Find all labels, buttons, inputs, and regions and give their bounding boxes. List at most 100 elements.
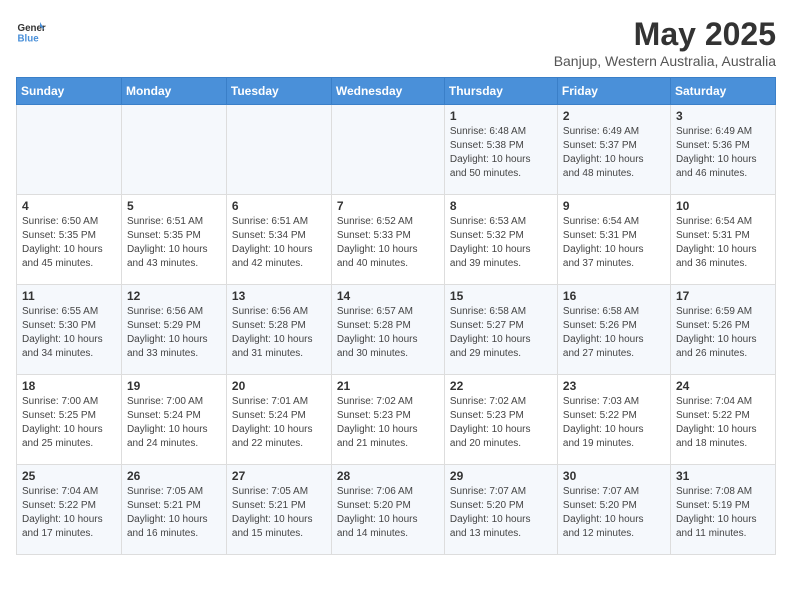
table-cell: 14 Sunrise: 6:57 AM Sunset: 5:28 PM Dayli… (331, 285, 444, 375)
day-number: 24 (676, 379, 770, 393)
day-number: 8 (450, 199, 552, 213)
table-cell: 13Sunrise: 6:56 AM Sunset: 5:28 PM Dayli… (226, 285, 331, 375)
table-cell: 24 Sunrise: 7:04 AM Sunset: 5:22 PM Dayli… (670, 375, 775, 465)
table-cell: 22 Sunrise: 7:02 AM Sunset: 5:23 PM Dayli… (444, 375, 557, 465)
table-cell: 2 Sunrise: 6:49 AM Sunset: 5:37 PM Daylig… (557, 105, 670, 195)
header-monday: Monday (121, 78, 226, 105)
day-info: Sunrise: 6:55 AM Sunset: 5:30 PM Dayligh… (22, 305, 116, 361)
table-cell: 16 Sunrise: 6:58 AM Sunset: 5:26 PM Dayli… (557, 285, 670, 375)
day-info: Sunrise: 7:02 AM Sunset: 5:23 PM Dayligh… (337, 395, 439, 451)
logo-icon: General Blue (16, 16, 46, 46)
table-cell: 15Sunrise: 6:58 AM Sunset: 5:27 PM Dayli… (444, 285, 557, 375)
day-number: 16 (563, 289, 665, 303)
day-info: Sunrise: 6:56 AM Sunset: 5:29 PM Dayligh… (127, 305, 221, 361)
table-cell: 17Sunrise: 6:59 AM Sunset: 5:26 PM Dayli… (670, 285, 775, 375)
day-number: 21 (337, 379, 439, 393)
day-info: Sunrise: 7:04 AM Sunset: 5:22 PM Dayligh… (676, 395, 770, 451)
day-number: 14 (337, 289, 439, 303)
day-info: Sunrise: 6:48 AM Sunset: 5:38 PM Dayligh… (450, 125, 552, 181)
day-number: 9 (563, 199, 665, 213)
day-number: 12 (127, 289, 221, 303)
day-number: 2 (563, 109, 665, 123)
day-number: 18 (22, 379, 116, 393)
main-title: May 2025 (554, 16, 776, 53)
table-cell: 30 Sunrise: 7:07 AM Sunset: 5:20 PM Dayli… (557, 465, 670, 555)
day-info: Sunrise: 6:53 AM Sunset: 5:32 PM Dayligh… (450, 215, 552, 271)
table-cell: 9 Sunrise: 6:54 AM Sunset: 5:31 PM Daylig… (557, 195, 670, 285)
day-number: 29 (450, 469, 552, 483)
table-cell: 8 Sunrise: 6:53 AM Sunset: 5:32 PM Daylig… (444, 195, 557, 285)
day-number: 19 (127, 379, 221, 393)
day-number: 20 (232, 379, 326, 393)
table-cell: 21 Sunrise: 7:02 AM Sunset: 5:23 PM Dayli… (331, 375, 444, 465)
table-cell: 31 Sunrise: 7:08 AM Sunset: 5:19 PM Dayli… (670, 465, 775, 555)
day-info: Sunrise: 7:00 AM Sunset: 5:25 PM Dayligh… (22, 395, 116, 451)
day-number: 27 (232, 469, 326, 483)
table-cell (121, 105, 226, 195)
day-number: 13 (232, 289, 326, 303)
page-header: General Blue May 2025 Banjup, Western Au… (16, 16, 776, 69)
table-cell: 4 Sunrise: 6:50 AM Sunset: 5:35 PM Daylig… (17, 195, 122, 285)
table-cell: 18 Sunrise: 7:00 AM Sunset: 5:25 PM Dayli… (17, 375, 122, 465)
day-number: 28 (337, 469, 439, 483)
header-tuesday: Tuesday (226, 78, 331, 105)
day-number: 11 (22, 289, 116, 303)
table-cell (226, 105, 331, 195)
header-thursday: Thursday (444, 78, 557, 105)
day-info: Sunrise: 7:01 AM Sunset: 5:24 PM Dayligh… (232, 395, 326, 451)
week-row-5: 25Sunrise: 7:04 AM Sunset: 5:22 PM Dayli… (17, 465, 776, 555)
svg-text:Blue: Blue (18, 34, 40, 45)
day-info: Sunrise: 6:50 AM Sunset: 5:35 PM Dayligh… (22, 215, 116, 271)
table-cell: 25Sunrise: 7:04 AM Sunset: 5:22 PM Dayli… (17, 465, 122, 555)
table-cell: 7 Sunrise: 6:52 AM Sunset: 5:33 PM Daylig… (331, 195, 444, 285)
title-block: May 2025 Banjup, Western Australia, Aust… (554, 16, 776, 69)
day-info: Sunrise: 6:59 AM Sunset: 5:26 PM Dayligh… (676, 305, 770, 361)
week-row-2: 4 Sunrise: 6:50 AM Sunset: 5:35 PM Daylig… (17, 195, 776, 285)
table-cell: 29 Sunrise: 7:07 AM Sunset: 5:20 PM Dayli… (444, 465, 557, 555)
day-number: 30 (563, 469, 665, 483)
table-cell: 28 Sunrise: 7:06 AM Sunset: 5:20 PM Dayli… (331, 465, 444, 555)
table-cell: 26 Sunrise: 7:05 AM Sunset: 5:21 PM Dayli… (121, 465, 226, 555)
day-info: Sunrise: 6:49 AM Sunset: 5:36 PM Dayligh… (676, 125, 770, 181)
day-number: 22 (450, 379, 552, 393)
day-info: Sunrise: 7:00 AM Sunset: 5:24 PM Dayligh… (127, 395, 221, 451)
header-friday: Friday (557, 78, 670, 105)
table-cell: 5Sunrise: 6:51 AM Sunset: 5:35 PM Daylig… (121, 195, 226, 285)
table-cell: 20 Sunrise: 7:01 AM Sunset: 5:24 PM Dayli… (226, 375, 331, 465)
day-number: 26 (127, 469, 221, 483)
day-info: Sunrise: 6:52 AM Sunset: 5:33 PM Dayligh… (337, 215, 439, 271)
day-number: 7 (337, 199, 439, 213)
day-info: Sunrise: 7:05 AM Sunset: 5:21 PM Dayligh… (127, 485, 221, 541)
day-info: Sunrise: 7:07 AM Sunset: 5:20 PM Dayligh… (563, 485, 665, 541)
day-info: Sunrise: 6:54 AM Sunset: 5:31 PM Dayligh… (676, 215, 770, 271)
day-info: Sunrise: 7:06 AM Sunset: 5:20 PM Dayligh… (337, 485, 439, 541)
calendar-body: 1 Sunrise: 6:48 AM Sunset: 5:38 PM Daylig… (17, 105, 776, 555)
table-cell (331, 105, 444, 195)
day-number: 25 (22, 469, 116, 483)
week-row-4: 18 Sunrise: 7:00 AM Sunset: 5:25 PM Dayli… (17, 375, 776, 465)
day-number: 1 (450, 109, 552, 123)
day-info: Sunrise: 6:49 AM Sunset: 5:37 PM Dayligh… (563, 125, 665, 181)
table-cell: 1 Sunrise: 6:48 AM Sunset: 5:38 PM Daylig… (444, 105, 557, 195)
table-cell: 10 Sunrise: 6:54 AM Sunset: 5:31 PM Dayli… (670, 195, 775, 285)
day-info: Sunrise: 6:58 AM Sunset: 5:26 PM Dayligh… (563, 305, 665, 361)
day-info: Sunrise: 6:54 AM Sunset: 5:31 PM Dayligh… (563, 215, 665, 271)
table-cell: 23Sunrise: 7:03 AM Sunset: 5:22 PM Dayli… (557, 375, 670, 465)
day-number: 31 (676, 469, 770, 483)
header-sunday: Sunday (17, 78, 122, 105)
day-number: 4 (22, 199, 116, 213)
day-info: Sunrise: 7:08 AM Sunset: 5:19 PM Dayligh… (676, 485, 770, 541)
day-info: Sunrise: 7:02 AM Sunset: 5:23 PM Dayligh… (450, 395, 552, 451)
table-cell (17, 105, 122, 195)
day-info: Sunrise: 7:03 AM Sunset: 5:22 PM Dayligh… (563, 395, 665, 451)
subtitle: Banjup, Western Australia, Australia (554, 53, 776, 69)
day-info: Sunrise: 6:57 AM Sunset: 5:28 PM Dayligh… (337, 305, 439, 361)
calendar-header: Sunday Monday Tuesday Wednesday Thursday… (17, 78, 776, 105)
day-number: 3 (676, 109, 770, 123)
table-cell: 3 Sunrise: 6:49 AM Sunset: 5:36 PM Daylig… (670, 105, 775, 195)
day-number: 10 (676, 199, 770, 213)
day-number: 6 (232, 199, 326, 213)
calendar-table: Sunday Monday Tuesday Wednesday Thursday… (16, 77, 776, 555)
day-info: Sunrise: 7:07 AM Sunset: 5:20 PM Dayligh… (450, 485, 552, 541)
day-info: Sunrise: 6:51 AM Sunset: 5:34 PM Dayligh… (232, 215, 326, 271)
